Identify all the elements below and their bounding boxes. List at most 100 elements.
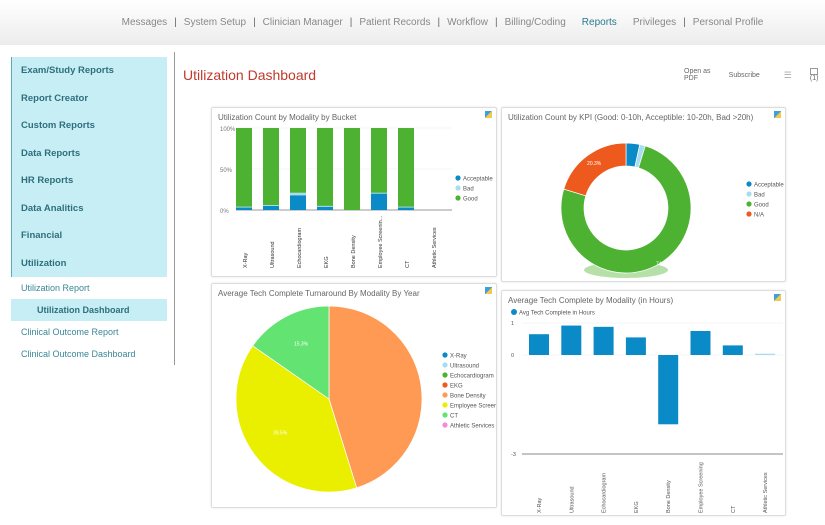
x-tick-label: Echocardiogram bbox=[297, 228, 303, 268]
nav-messages[interactable]: Messages bbox=[122, 17, 168, 28]
legend-label: Athletic Services bbox=[450, 423, 494, 429]
sidebar-item-data-analitics[interactable]: Data Analitics bbox=[11, 194, 167, 222]
y-tick-label: -3 bbox=[511, 452, 516, 458]
nav-personal-profile[interactable]: Personal Profile bbox=[693, 17, 764, 28]
legend-marker bbox=[442, 402, 448, 408]
sidebar-item-financial[interactable]: Financial bbox=[11, 222, 167, 250]
bar bbox=[593, 326, 614, 355]
nav-separator: | bbox=[495, 17, 498, 28]
nav-separator: | bbox=[683, 17, 686, 28]
comment-count: (1) bbox=[809, 75, 819, 83]
pie-chart: 39.5% 15.3% X-Ray Ultrasound Echocardiogram E… bbox=[235, 305, 496, 493]
bar-segment-good bbox=[290, 128, 306, 193]
legend-label: Acceptable bbox=[463, 176, 493, 182]
legend-label: Ultrasound bbox=[450, 363, 479, 369]
bar bbox=[561, 325, 582, 355]
bar bbox=[658, 355, 679, 425]
x-tick-label: Bone Density bbox=[666, 480, 672, 513]
sidebar-item-utilization[interactable]: Utilization bbox=[11, 249, 167, 277]
top-nav: Messages | System Setup | Clinician Manager |… bbox=[0, 0, 825, 45]
bar-segment-bad bbox=[371, 192, 387, 194]
legend-label: Good bbox=[463, 196, 478, 202]
legend-label: Acceptable bbox=[754, 182, 784, 188]
legend-label: Employee Screer bbox=[450, 403, 496, 409]
layers-icon[interactable]: ☰ bbox=[784, 70, 792, 81]
x-tick-label: CT bbox=[405, 260, 411, 268]
donut-slice-na bbox=[563, 142, 627, 197]
legend-label: Good bbox=[754, 202, 769, 208]
bar-segment-good bbox=[236, 128, 252, 207]
legend-label: Echocardiogram bbox=[450, 373, 494, 379]
sidebar-item-hr-reports[interactable]: HR Reports bbox=[11, 167, 167, 195]
bar-segment-acceptable bbox=[371, 193, 387, 210]
legend-label: X-Ray bbox=[450, 353, 467, 359]
panel-avg-tech: Average Tech Complete by Modality (in Ho… bbox=[501, 290, 786, 516]
nav-workflow[interactable]: Workflow bbox=[447, 17, 488, 28]
bar-segment-bad bbox=[263, 205, 279, 206]
nav-system-setup[interactable]: System Setup bbox=[184, 17, 246, 28]
nav-clinician-manager[interactable]: Clinician Manager bbox=[263, 17, 343, 28]
nav-privileges[interactable]: Privileges bbox=[633, 17, 676, 28]
subscribe-link[interactable]: Subscribe bbox=[729, 72, 760, 79]
x-tick-label: X-Ray bbox=[243, 252, 249, 268]
bar-segment-acceptable bbox=[317, 206, 333, 210]
y-tick-label: 100% bbox=[220, 127, 236, 133]
nav-separator: | bbox=[437, 17, 441, 28]
y-tick-label: 0% bbox=[220, 209, 229, 215]
nav-separator: | bbox=[349, 17, 353, 28]
legend-label: N/A bbox=[754, 212, 764, 218]
bar bbox=[755, 353, 776, 355]
nav-reports[interactable]: Reports bbox=[582, 17, 617, 28]
legend-label: CT bbox=[450, 413, 458, 419]
nav-billing-coding[interactable]: Billing/Coding bbox=[505, 17, 566, 28]
sidebar-item-exam-study-reports[interactable]: Exam/Study Reports bbox=[11, 57, 167, 85]
data-label: 15.3% bbox=[294, 341, 309, 347]
legend-marker bbox=[455, 195, 461, 201]
legend-label: Bad bbox=[754, 192, 765, 198]
legend-marker bbox=[746, 211, 752, 217]
data-label: 20.3% bbox=[587, 161, 602, 167]
bar-segment-bad bbox=[398, 206, 414, 208]
data-label: 39.5% bbox=[273, 431, 288, 437]
comments-button[interactable]: (1) bbox=[809, 68, 825, 83]
x-tick-label: EKG bbox=[324, 256, 330, 268]
sidebar-item-report-creator[interactable]: Report Creator bbox=[11, 84, 167, 112]
sidebar-subitem-utilization-dashboard[interactable]: Utilization Dashboard bbox=[11, 299, 167, 321]
nav-separator: | bbox=[174, 17, 177, 28]
sidebar-subitem-utilization-report[interactable]: Utilization Report bbox=[11, 277, 167, 299]
sidebar-divider bbox=[174, 52, 175, 365]
bar-segment-bad bbox=[317, 205, 333, 207]
x-tick-label: Employee Screening bbox=[699, 462, 705, 513]
sidebar-item-custom-reports[interactable]: Custom Reports bbox=[11, 112, 167, 140]
bar-segment-good bbox=[317, 128, 333, 206]
bar-segment-acceptable bbox=[236, 207, 252, 210]
donut-chart: 74.9% 20.3% Acceptable Bad Good N/A bbox=[560, 142, 784, 278]
bar bbox=[722, 345, 743, 355]
bar-segment-bad bbox=[290, 192, 306, 196]
legend-marker bbox=[442, 362, 448, 368]
page-actions: Open as PDF Subscribe ☰ (1) bbox=[684, 68, 825, 82]
legend-label: Avg Tech Complete in Hours bbox=[519, 311, 595, 317]
legend-marker bbox=[746, 191, 752, 197]
legend-marker bbox=[455, 175, 461, 181]
panel-kpi: Utilization Count by KPI (Good: 0-10h, A… bbox=[501, 107, 786, 282]
bar bbox=[690, 331, 711, 355]
bar-segment-good bbox=[344, 128, 360, 210]
bar bbox=[625, 337, 646, 355]
sidebar-subitem-clinical-outcome-dashboard[interactable]: Clinical Outcome Dashboard bbox=[11, 343, 167, 365]
data-label: 74.9% bbox=[656, 261, 671, 267]
y-tick-label: 50% bbox=[220, 168, 233, 174]
legend-marker bbox=[442, 392, 448, 398]
x-tick-label: Athletic Services bbox=[763, 472, 769, 513]
legend-marker bbox=[442, 422, 448, 428]
x-tick-label: Bone Density bbox=[351, 235, 357, 268]
sidebar-item-data-reports[interactable]: Data Reports bbox=[11, 139, 167, 167]
bar-segment-good bbox=[398, 128, 414, 207]
sidebar-subitem-clinical-outcome-report[interactable]: Clinical Outcome Report bbox=[11, 321, 167, 343]
comment-icon bbox=[809, 68, 818, 75]
open-as-pdf-link[interactable]: Open as PDF bbox=[684, 68, 719, 82]
y-tick-label: 1 bbox=[511, 321, 514, 327]
legend-label: Bone Density bbox=[450, 393, 486, 399]
x-tick-label: CT bbox=[731, 505, 737, 513]
nav-patient-records[interactable]: Patient Records bbox=[359, 17, 430, 28]
